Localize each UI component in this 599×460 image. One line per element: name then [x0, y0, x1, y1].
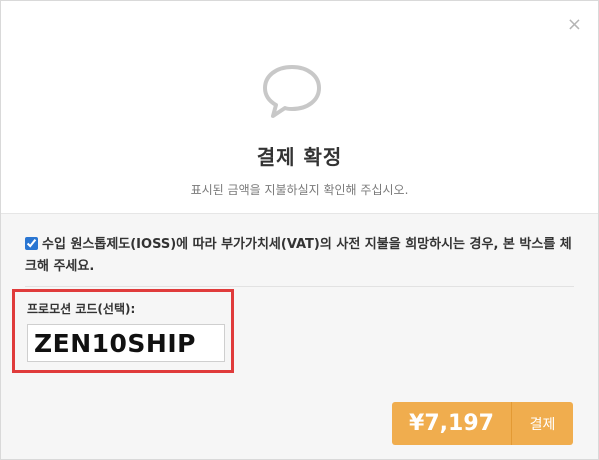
- promo-code-highlight: 프로모션 코드(선택):: [12, 289, 234, 373]
- promo-code-label: 프로모션 코드(선택):: [27, 302, 136, 316]
- payment-confirm-dialog: × 결제 확정 표시된 금액을 지불하실지 확인해 주십시오. 수입 원스톱제도…: [0, 0, 599, 460]
- dialog-title: 결제 확정: [256, 145, 343, 169]
- divider: [25, 286, 574, 287]
- dialog-subtitle: 표시된 금액을 지불하실지 확인해 주십시오.: [190, 183, 409, 197]
- vat-prepay-checkbox[interactable]: [25, 237, 38, 250]
- pay-amount: ¥7,197: [409, 411, 494, 436]
- dialog-body: 수입 원스톱제도(IOSS)에 따라 부가가치세(VAT)의 사전 지불을 희망…: [1, 213, 598, 459]
- close-icon[interactable]: ×: [567, 15, 582, 35]
- speech-bubble-icon: [263, 65, 321, 118]
- dialog-header: × 결제 확정 표시된 금액을 지불하실지 확인해 주십시오.: [1, 1, 598, 213]
- vat-prepay-option[interactable]: 수입 원스톱제도(IOSS)에 따라 부가가치세(VAT)의 사전 지불을 희망…: [25, 234, 575, 278]
- pay-button[interactable]: ¥7,197 결제: [392, 402, 573, 445]
- vat-prepay-text: 수입 원스톱제도(IOSS)에 따라 부가가치세(VAT)의 사전 지불을 희망…: [25, 237, 572, 274]
- pay-button-label: 결제: [529, 416, 556, 433]
- promo-code-input[interactable]: [27, 324, 225, 362]
